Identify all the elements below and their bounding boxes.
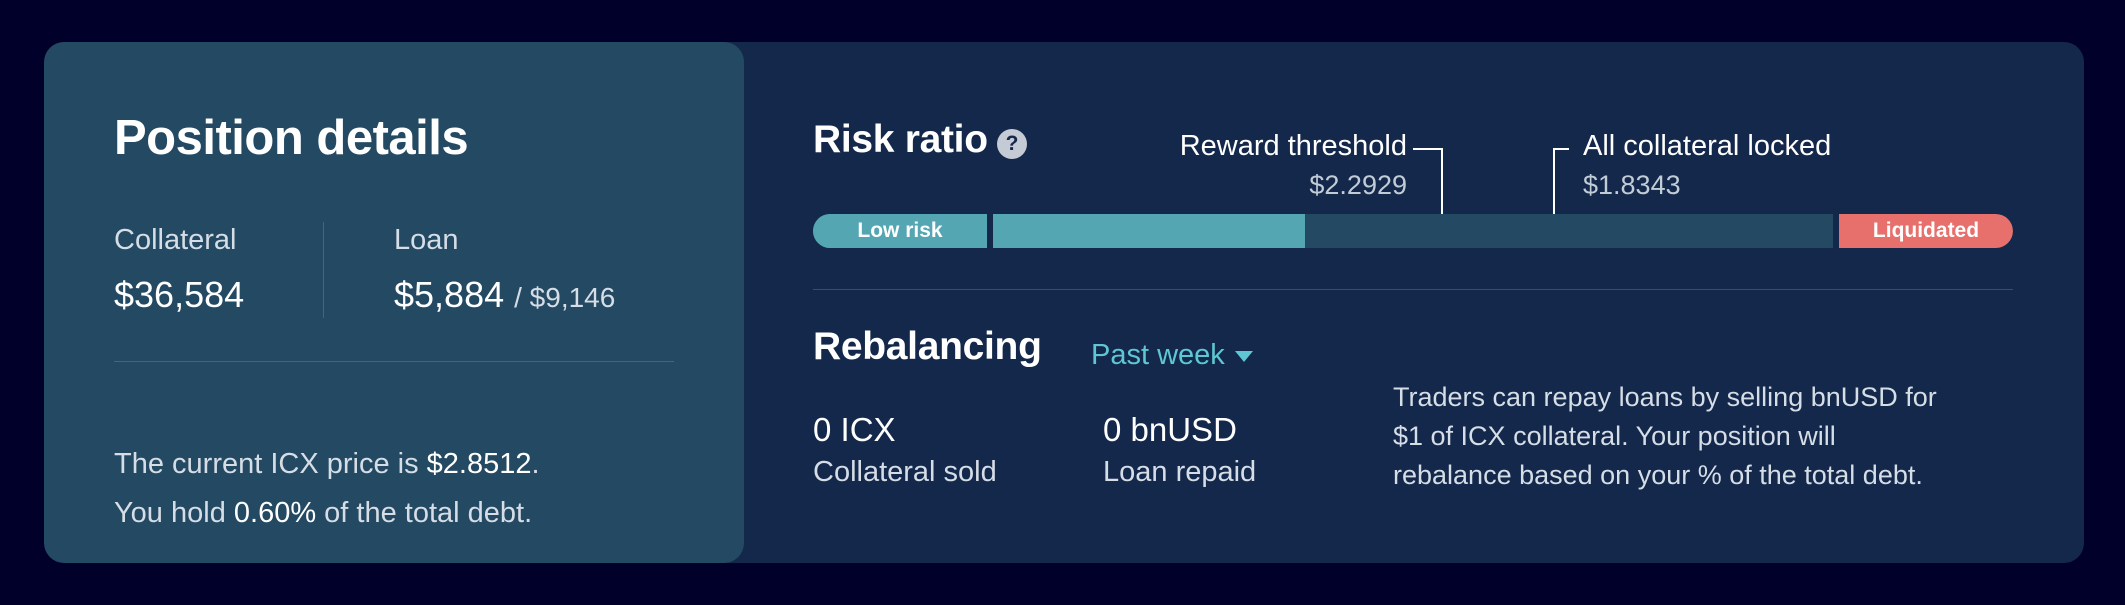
collateral-sold-label: Collateral sold	[813, 456, 997, 488]
stat-divider	[323, 222, 324, 318]
period-label: Past week	[1091, 339, 1225, 371]
reward-threshold-label: Reward threshold	[1179, 130, 1407, 162]
low-risk-label: Low risk	[813, 214, 987, 248]
loan-value: $5,884	[394, 274, 505, 315]
risk-ratio-title: Risk ratio	[813, 118, 988, 161]
loan-label: Loan	[394, 224, 459, 256]
loan-value-group: $5,884 / $9,146	[394, 274, 615, 316]
reward-threshold-tick-cap	[1413, 148, 1427, 150]
collateral-value: $36,584	[114, 274, 245, 315]
rebalancing-explanation: Traders can repay loans by selling bnUSD…	[1393, 378, 2033, 495]
section-divider	[114, 361, 674, 362]
liquidated-label: Liquidated	[1839, 214, 2013, 248]
explanation-line: $1 of ICX collateral. Your position will	[1393, 421, 1836, 451]
collateral-locked-tick-arm	[1553, 148, 1569, 150]
icx-price-text: The current ICX price is $2.8512.	[114, 448, 540, 480]
position-card: Position details Collateral $36,584 Loan…	[44, 42, 2084, 563]
risk-divider	[813, 289, 2013, 290]
collateral-label: Collateral	[114, 224, 237, 256]
loan-repaid-label: Loan repaid	[1103, 456, 1257, 488]
explanation-line: rebalance based on your % of the total d…	[1393, 460, 1923, 490]
low-risk-gap	[987, 214, 993, 248]
risk-ratio-bar: Low risk Liquidated	[813, 214, 2013, 248]
chevron-down-icon	[1234, 350, 1253, 362]
page-title: Position details	[114, 111, 469, 165]
debt-share-value: 0.60%	[233, 497, 317, 529]
position-details-panel: Position details Collateral $36,584 Loan…	[44, 42, 744, 563]
collateral-sold-value: 0 ICX	[813, 411, 896, 448]
icx-price-value: $2.8512	[426, 448, 532, 480]
loan-repaid-value: 0 bnUSD	[1103, 411, 1237, 448]
debt-share-text: You hold 0.60% of the total debt.	[114, 497, 533, 529]
explanation-line: Traders can repay loans by selling bnUSD…	[1393, 382, 1937, 412]
reward-threshold-value: $2.2929	[1309, 170, 1407, 200]
loan-limit: / $9,146	[514, 282, 616, 313]
reward-threshold-tick-arm	[1427, 148, 1441, 150]
collateral-locked-label: All collateral locked	[1583, 130, 1832, 162]
period-dropdown[interactable]: Past week	[1091, 339, 1253, 372]
question-circle-icon[interactable]: ?	[997, 129, 1027, 159]
rebalancing-title: Rebalancing	[813, 325, 1042, 368]
collateral-locked-value: $1.8343	[1583, 170, 1681, 200]
